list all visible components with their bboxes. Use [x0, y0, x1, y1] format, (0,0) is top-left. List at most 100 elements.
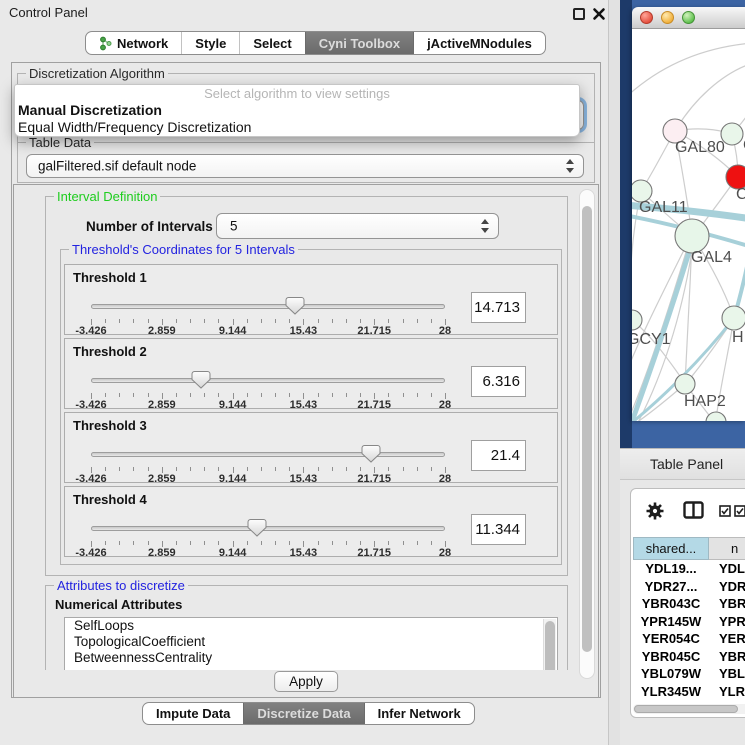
- table-cell[interactable]: YBR043C: [633, 595, 709, 613]
- threshold-slider[interactable]: -3.4262.8599.14415.4321.71528: [91, 295, 445, 335]
- network-edge[interactable]: [632, 43, 745, 99]
- thresholds-group-title: Threshold's Coordinates for 5 Intervals: [69, 242, 298, 257]
- table-cell[interactable]: YPR1: [709, 613, 745, 631]
- zoom-light[interactable]: [682, 11, 695, 24]
- slider-thumb[interactable]: [361, 445, 380, 463]
- close-icon[interactable]: [592, 7, 606, 21]
- slider-track[interactable]: [91, 452, 445, 457]
- table-cell[interactable]: YPR145W: [633, 613, 709, 631]
- float-icon[interactable]: [573, 8, 585, 20]
- attribute-item[interactable]: TopologicalCoefficient: [65, 634, 557, 650]
- table-row[interactable]: YBR045CYBR0: [633, 648, 745, 666]
- slider-tick: [346, 541, 347, 545]
- table-header: shared... n: [633, 537, 745, 560]
- table-cell[interactable]: YDR27...: [633, 578, 709, 596]
- table-hscrollbar[interactable]: [633, 704, 745, 714]
- table-cell[interactable]: YER054C: [633, 630, 709, 648]
- table-row[interactable]: YER054CYER0: [633, 630, 745, 648]
- dropdown-option[interactable]: Manual Discretization: [15, 102, 579, 119]
- threshold-slider[interactable]: -3.4262.8599.14415.4321.71528: [91, 517, 445, 557]
- threshold-slider[interactable]: -3.4262.8599.14415.4321.71528: [91, 369, 445, 409]
- slider-tick: [119, 541, 120, 545]
- num-intervals-combo[interactable]: 5: [216, 213, 499, 239]
- numerical-attributes-list[interactable]: SelfLoopsTopologicalCoefficientBetweenne…: [64, 617, 558, 670]
- table-cell[interactable]: YBR0: [709, 595, 745, 613]
- slider-tick: [431, 393, 432, 397]
- table-cell[interactable]: YDL19...: [633, 560, 709, 578]
- column-header[interactable]: shared...: [633, 537, 709, 560]
- table-row[interactable]: YPR145WYPR1: [633, 613, 745, 631]
- table-cell[interactable]: YLR345W: [633, 683, 709, 701]
- slider-tick: [176, 393, 177, 397]
- tab-impute-data[interactable]: Impute Data: [143, 703, 243, 724]
- threshold-value-field[interactable]: 14.713: [471, 292, 526, 323]
- list-scrollbar[interactable]: [543, 619, 556, 670]
- checkbox-icon[interactable]: [719, 504, 731, 522]
- tab-infer-network[interactable]: Infer Network: [364, 703, 474, 724]
- table-data-combo[interactable]: galFiltered.sif default node: [26, 154, 584, 178]
- threshold-label: Threshold 2: [73, 344, 147, 359]
- table-row[interactable]: YLR345WYLR3: [633, 683, 745, 701]
- tab-discretize-data[interactable]: Discretize Data: [243, 703, 363, 724]
- table-cell[interactable]: YDL1: [709, 560, 745, 578]
- slider-tick-label: 9.144: [219, 325, 247, 337]
- table-cell[interactable]: YER0: [709, 630, 745, 648]
- gear-icon[interactable]: [645, 501, 665, 526]
- table-row[interactable]: YBL079WYBL0: [633, 665, 745, 683]
- threshold-value-field[interactable]: 11.344: [471, 514, 526, 545]
- attribute-item[interactable]: SelfLoops: [65, 618, 557, 634]
- slider-track[interactable]: [91, 304, 445, 309]
- tab-cyni-toolbox[interactable]: Cyni Toolbox: [305, 32, 413, 54]
- panel-scrollbar-thumb[interactable]: [582, 206, 592, 652]
- table-row[interactable]: YDL19...YDL1: [633, 560, 745, 578]
- table-row[interactable]: YBR043CYBR0: [633, 595, 745, 613]
- slider-thumb[interactable]: [191, 371, 210, 389]
- threshold-row: Threshold 2 -3.4262.8599.14415.4321.71528…: [64, 338, 558, 409]
- slider-tick: [360, 393, 361, 397]
- list-scrollbar-thumb[interactable]: [545, 621, 555, 670]
- table-cell[interactable]: YDR2: [709, 578, 745, 596]
- slider-tick: [289, 319, 290, 323]
- slider-tick: [261, 319, 262, 323]
- network-node[interactable]: [722, 306, 745, 330]
- table-cell[interactable]: YBL0: [709, 665, 745, 683]
- table-cell[interactable]: YBL079W: [633, 665, 709, 683]
- network-edge[interactable]: [675, 64, 745, 131]
- network-node[interactable]: [675, 374, 695, 394]
- table-cell[interactable]: YLR3: [709, 683, 745, 701]
- attributes-group-title: Attributes to discretize: [54, 578, 188, 593]
- table-cell[interactable]: YBR045C: [633, 648, 709, 666]
- tab-style[interactable]: Style: [181, 32, 239, 54]
- table-hscrollbar-thumb[interactable]: [634, 705, 738, 713]
- panel-scrollbar[interactable]: [579, 189, 595, 679]
- slider-tick: [247, 541, 248, 545]
- column-header[interactable]: n: [709, 537, 745, 560]
- apply-button[interactable]: Apply: [274, 671, 338, 692]
- tab-network[interactable]: Network: [86, 32, 181, 54]
- network-node[interactable]: [675, 219, 709, 253]
- attribute-item[interactable]: BetweennessCentrality: [65, 650, 557, 666]
- table-cell[interactable]: YBR0: [709, 648, 745, 666]
- threshold-value-field[interactable]: 6.316: [471, 366, 526, 397]
- table-row[interactable]: YDR27...YDR2: [633, 578, 745, 596]
- threshold-value-field[interactable]: 21.4: [471, 440, 526, 471]
- tab-jactivemnodules[interactable]: jActiveMNodules: [413, 32, 545, 54]
- dropdown-option[interactable]: Equal Width/Frequency Discretization: [15, 119, 579, 136]
- tab-select[interactable]: Select: [239, 32, 304, 54]
- slider-track[interactable]: [91, 378, 445, 383]
- slider-thumb[interactable]: [286, 297, 305, 315]
- network-node-label: C: [736, 186, 745, 203]
- threshold-slider[interactable]: -3.4262.8599.14415.4321.71528: [91, 443, 445, 483]
- slider-tick: [417, 319, 418, 323]
- slider-track[interactable]: [91, 526, 445, 531]
- checkbox-icon[interactable]: [734, 504, 745, 522]
- slider-tick: [388, 467, 389, 471]
- columns-icon[interactable]: [683, 501, 704, 524]
- slider-thumb[interactable]: [248, 519, 267, 537]
- thresholds-group: Threshold's Coordinates for 5 Intervals …: [60, 249, 562, 565]
- network-node[interactable]: [706, 412, 726, 421]
- network-canvas[interactable]: GAL80GCGAL11GAL4GCY1HHAP2: [632, 29, 745, 421]
- network-window-titlebar[interactable]: [632, 7, 745, 29]
- close-light[interactable]: [640, 11, 653, 24]
- minimize-light[interactable]: [661, 11, 674, 24]
